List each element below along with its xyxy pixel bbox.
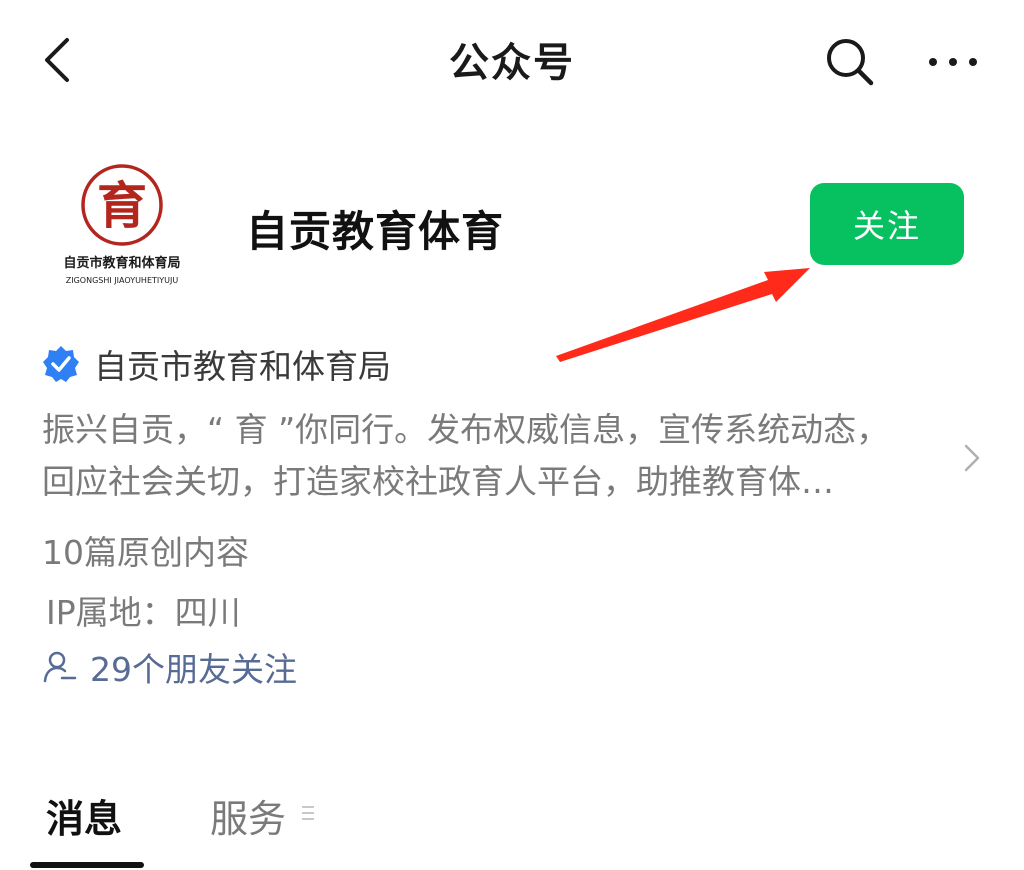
- account-logo: 育 自贡市教育和体育局 ZIGONGSHI JIAOYUHETIYUJU: [52, 155, 202, 290]
- logo-name-pinyin: ZIGONGSHI JIAOYUHETIYUJU: [66, 276, 179, 285]
- search-button[interactable]: [818, 30, 882, 94]
- verified-row: 自贡市教育和体育局: [42, 338, 391, 390]
- nav-bar: 公众号: [0, 0, 1024, 120]
- more-button[interactable]: [918, 30, 988, 94]
- logo-name-cn: 自贡市教育和体育局: [63, 255, 180, 271]
- original-content-count: 10篇原创内容: [42, 533, 249, 572]
- verified-org-name: 自贡市教育和体育局: [94, 347, 391, 386]
- ip-location: IP属地：四川: [46, 593, 241, 632]
- verified-badge-icon: [42, 345, 80, 383]
- account-description: 振兴自贡，“ 育 ”你同行。发布权威信息，宣传系统动态， 回应社会关切，打造家校…: [42, 404, 942, 508]
- logo-seal: 育 自贡市教育和体育局 ZIGONGSHI JIAOYUHETIYUJU: [63, 164, 181, 285]
- menu-icon: [302, 806, 314, 820]
- description-line: 回应社会关切，打造家校社政育人平台，助推教育体…: [42, 462, 834, 501]
- active-tab-indicator: [30, 862, 144, 868]
- friends-following[interactable]: 29个朋友关注: [42, 642, 297, 692]
- logo-seal-char: 育: [97, 176, 147, 235]
- more-horizontal-icon: [929, 58, 977, 66]
- account-name: 自贡教育体育: [246, 207, 505, 256]
- description-row[interactable]: 振兴自贡，“ 育 ”你同行。发布权威信息，宣传系统动态， 回应社会关切，打造家校…: [42, 404, 1002, 514]
- friends-icon: [42, 649, 78, 685]
- tab-messages[interactable]: 消息: [46, 788, 122, 843]
- follow-button[interactable]: 关注: [810, 183, 964, 265]
- chevron-right-icon: [964, 444, 980, 472]
- description-line: 振兴自贡，“ 育 ”你同行。发布权威信息，宣传系统动态，: [42, 410, 890, 449]
- search-icon: [827, 39, 874, 86]
- tab-bar: 消息 服务: [0, 770, 1024, 870]
- tab-services[interactable]: 服务: [210, 788, 286, 843]
- annotation-arrow: [556, 268, 810, 362]
- friends-following-text: 29个朋友关注: [90, 650, 297, 689]
